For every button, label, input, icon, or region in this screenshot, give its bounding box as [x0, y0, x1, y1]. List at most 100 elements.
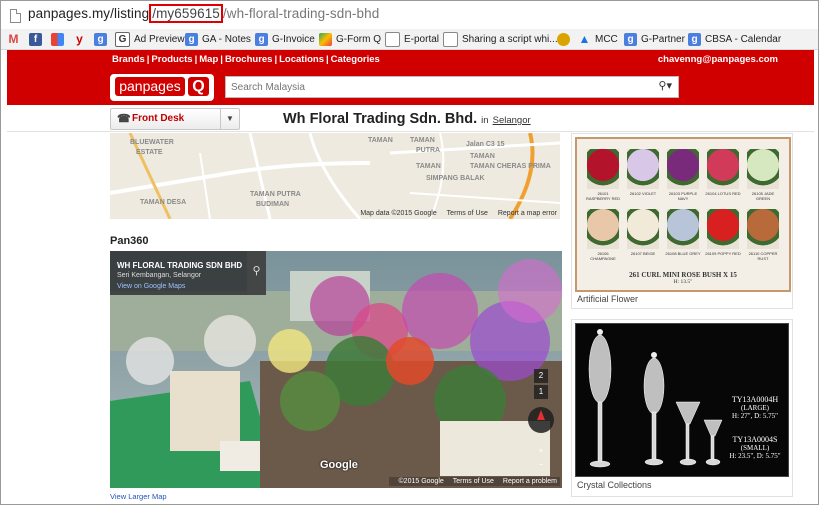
bookmark-yahoo[interactable]: y [73, 31, 90, 47]
bookmark-cbsa-calendar[interactable]: g CBSA - Calendar [688, 31, 781, 47]
nav-brands[interactable]: Brands [110, 54, 147, 65]
map-label: TAMAN [410, 137, 435, 144]
map-label: TAMAN PUTRA [250, 191, 301, 198]
flower-swatch-label: 26103 PURPLE NAVY [668, 191, 698, 201]
bookmark-ga-notes[interactable]: g GA - Notes [185, 31, 251, 47]
nav-categories[interactable]: Categories [329, 54, 382, 65]
location-link[interactable]: Selangor [493, 115, 531, 126]
google-apps-icon [51, 32, 64, 46]
flower-swatch: 26107 BEIGE [625, 209, 661, 265]
bookmark-label: GA - Notes [202, 33, 251, 45]
google-icon: g [94, 32, 107, 46]
bookmark-label: Sharing a script whi... [462, 33, 558, 45]
map-label: TAMAN [368, 137, 393, 144]
page-icon [443, 31, 458, 47]
zoom-out-button[interactable]: − [534, 458, 548, 472]
nav-map[interactable]: Map [197, 54, 220, 65]
panpages-logo[interactable]: panpages Q [110, 74, 214, 101]
crystal-large-info: TY13A0004H (LARGE) H: 27", D: 5.75" [724, 395, 786, 421]
url-highlight: /my659615 [149, 4, 223, 23]
bookmark-g-invoice[interactable]: g G-Invoice [255, 31, 315, 47]
nav-brochures[interactable]: Brochures [223, 54, 275, 65]
street-view[interactable]: WH FLORAL TRADING SDN BHD Seri Kembangan… [110, 251, 562, 488]
zoom-in-button[interactable]: + [534, 444, 548, 458]
location-map[interactable]: BLUEWATER ESTATE TAMAN TAMAN PUTRA Jalan… [110, 133, 560, 219]
large-code: TY13A0004H [731, 395, 779, 404]
bookmark-facebook[interactable]: f [29, 31, 46, 47]
chevron-down-icon[interactable]: ▼ [220, 109, 239, 129]
bookmark-g-form-q[interactable]: G-Form Q [319, 31, 381, 47]
card-caption[interactable]: Artificial Flower [577, 294, 638, 304]
logo-text: panpages [115, 77, 185, 96]
product-title: 261 CURL MINI ROSE BUSH X 15 [629, 271, 737, 279]
flower-swatch: 26105 JADE GREEN [745, 149, 781, 205]
sv-google-maps-link[interactable]: View on Google Maps [117, 283, 185, 290]
flower-swatch: 26102 VIOLET [625, 149, 661, 205]
street-view-info: WH FLORAL TRADING SDN BHD Seri Kembangan… [110, 251, 266, 295]
user-email[interactable]: chavenng@panpages.com [658, 54, 778, 65]
product-card-artificial-flower[interactable]: 26101 RASPBERRY RED 26102 VIOLET 26103 PUR… [571, 133, 793, 309]
nav-locations[interactable]: Locations [277, 54, 326, 65]
flower-bouquet [627, 209, 659, 249]
bookmark-sharing-script[interactable]: Sharing a script whi... [443, 31, 558, 47]
bookmark-g-partner[interactable]: g G-Partner [624, 31, 685, 47]
large-size: (LARGE) [741, 404, 769, 412]
bookmark-label: G-Invoice [272, 33, 315, 45]
small-code: TY13A0004S [732, 435, 778, 444]
search-input[interactable] [226, 78, 636, 97]
google-icon: g [185, 32, 198, 46]
crystal-image: TY13A0004H (LARGE) H: 27", D: 5.75" TY13… [575, 323, 789, 477]
flower-swatch: 26104 LOTUS RED [705, 149, 741, 205]
sv-terms-link[interactable]: Terms of Use [453, 478, 494, 485]
search-icon[interactable]: ⚲▾ [658, 79, 672, 92]
map-label: SIMPANG BALAK [426, 175, 485, 182]
bookmark-google[interactable]: g [94, 31, 111, 47]
bookmark-google-apps[interactable] [51, 31, 68, 47]
google-watermark: Google [320, 459, 358, 471]
google-icon: g [255, 32, 268, 46]
url-text[interactable]: panpages.my/listing/my659615/wh-floral-t… [28, 4, 379, 23]
bookmark-gmail[interactable]: M [7, 31, 24, 47]
browser-window: panpages.my/listing/my659615/wh-floral-t… [0, 0, 819, 505]
flower-swatch: 26103 PURPLE NAVY [665, 149, 701, 205]
map-report-link[interactable]: Report a map error [498, 210, 557, 217]
front-desk-label: Front Desk [132, 113, 185, 124]
map-terms-link[interactable]: Terms of Use [447, 210, 488, 217]
page-icon [385, 31, 400, 47]
apps-icon [319, 32, 332, 46]
flower-bouquet [747, 149, 779, 189]
flower-swatch: 26106 CHAMPAGNE [585, 209, 621, 265]
floor-1-button[interactable]: 1 [534, 385, 548, 399]
card-caption[interactable]: Crystal Collections [577, 480, 652, 490]
search-box[interactable]: ⚲▾ [225, 76, 679, 98]
product-card-crystal[interactable]: TY13A0004H (LARGE) H: 27", D: 5.75" TY13… [571, 319, 793, 497]
view-larger-map-link[interactable]: View Larger Map [110, 492, 167, 501]
bookmark-mcc[interactable]: ▲ MCC [578, 31, 618, 47]
flower-swatch-label: 26101 RASPBERRY RED [585, 191, 621, 201]
compass-icon[interactable] [528, 407, 554, 433]
nav-products[interactable]: Products [149, 54, 194, 65]
page-icon [10, 9, 21, 23]
bookmark-e-portal[interactable]: E-portal [385, 31, 439, 47]
company-title: Wh Floral Trading Sdn. Bhd. in Selangor [283, 111, 531, 127]
gold-icon [557, 32, 570, 46]
bookmark-gold[interactable] [557, 31, 574, 47]
map-label: BLUEWATER [130, 139, 174, 146]
google-icon: g [688, 32, 701, 46]
address-bar[interactable]: panpages.my/listing/my659615/wh-floral-t… [1, 1, 818, 29]
flower-bouquet [707, 149, 739, 189]
bookmark-label: G-Form Q [336, 33, 381, 45]
bookmark-ad-preview[interactable]: G Ad Preview [115, 31, 185, 47]
sv-report-link[interactable]: Report a problem [503, 478, 557, 485]
bookmarks-bar: M f y g G Ad Preview g GA - Notes g G-Invoi… [1, 29, 818, 50]
small-dim: H: 23.5", D: 5.75" [729, 452, 781, 460]
flower-swatch-label: 26106 CHAMPAGNE [590, 251, 616, 261]
map-pin-icon[interactable]: ⚲ [247, 251, 266, 295]
front-desk-dropdown[interactable]: ☎ Front Desk ▼ [110, 108, 240, 130]
facebook-icon: f [29, 32, 42, 46]
product-sub: H: 13.5" [673, 279, 693, 285]
sv-footer: ©2015 Google Terms of Use Report a probl… [388, 477, 560, 486]
site-header: Brands | Products | Map | Brochures | Locations |… [7, 50, 814, 105]
map-footer: Map data ©2015 Google Terms of Use Repor… [352, 210, 557, 217]
floor-2-button[interactable]: 2 [534, 369, 548, 383]
